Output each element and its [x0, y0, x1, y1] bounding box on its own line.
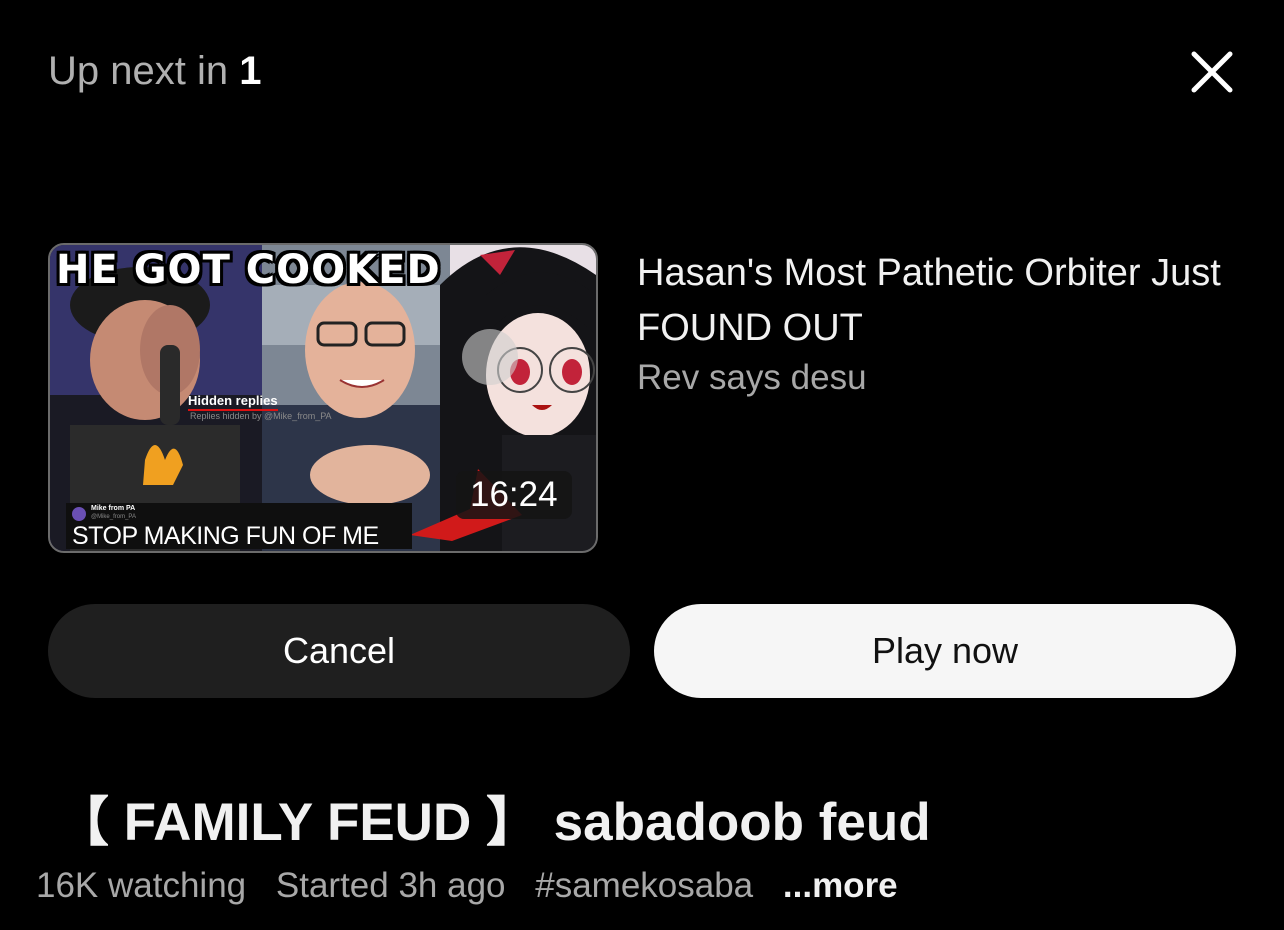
video-duration-badge: 16:24 — [456, 471, 572, 519]
tweet-text: STOP MAKING FUN OF ME — [72, 522, 379, 550]
up-next-label: Up next in — [48, 49, 229, 93]
thumbnail-hidden-replies-sub: Replies hidden by @Mike_from_PA — [190, 411, 332, 421]
started-time: Started 3h ago — [275, 866, 506, 905]
tweet-name: Mike from PA — [91, 505, 136, 512]
up-next-countdown: Up next in 1 — [48, 46, 261, 96]
tweet-handle: @Mike_from_PA — [91, 514, 136, 520]
watching-count: 16K watching — [36, 866, 247, 905]
cancel-button[interactable]: Cancel — [48, 604, 630, 698]
next-video-channel[interactable]: Rev says desu — [637, 358, 867, 398]
close-icon — [1191, 51, 1233, 93]
autoplay-screen: Up next in 1 HE GOT COOKED Hidden replie… — [0, 0, 1284, 930]
current-stream-meta: 16K watching Started 3h ago #samekosaba … — [36, 866, 898, 906]
close-button[interactable] — [1182, 42, 1242, 102]
current-stream-title: 【 FAMILY FEUD 】 sabadoob feud — [56, 793, 931, 852]
play-now-button[interactable]: Play now — [654, 604, 1236, 698]
countdown-number: 1 — [239, 49, 262, 93]
next-video-title[interactable]: Hasan's Most Pathetic Orbiter Just FOUND… — [637, 246, 1237, 356]
more-button[interactable]: ...more — [783, 866, 898, 905]
next-video-thumbnail[interactable]: HE GOT COOKED Hidden replies Replies hid… — [48, 243, 598, 553]
thumbnail-tweet: Mike from PA @Mike_from_PA STOP MAKING F… — [66, 503, 412, 550]
thumbnail-hidden-replies: Hidden replies — [188, 393, 278, 411]
hashtag-link[interactable]: #samekosaba — [535, 866, 753, 905]
thumbnail-headline: HE GOT COOKED — [56, 247, 441, 293]
tweet-avatar — [72, 507, 86, 521]
